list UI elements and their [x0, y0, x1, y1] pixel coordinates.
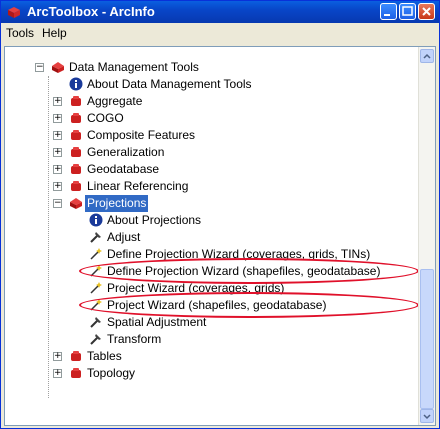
scroll-up-button[interactable]: [420, 49, 434, 63]
maximize-button[interactable]: [399, 3, 416, 20]
expand-toggle[interactable]: +: [53, 352, 62, 361]
maximize-icon: [402, 6, 413, 16]
highlight-oval: [79, 258, 419, 284]
scroll-thumb[interactable]: [420, 269, 434, 409]
chevron-up-icon: [423, 53, 431, 59]
minimize-icon: [384, 14, 390, 16]
toolbox-open-icon: [70, 198, 82, 209]
tree-item-aggregate[interactable]: + Aggregate: [5, 93, 415, 110]
toolbox-icon: [71, 96, 81, 106]
chevron-down-icon: [423, 414, 431, 420]
expand-toggle[interactable]: +: [53, 182, 62, 191]
tree-item-label: Tables: [87, 349, 122, 363]
tree-item-label: Adjust: [107, 230, 141, 244]
tree-item-topology[interactable]: + Topology: [5, 365, 415, 382]
tree-item-linear-referencing[interactable]: + Linear Referencing: [5, 178, 415, 195]
toolbox-icon: [71, 113, 81, 123]
tree-item-adjust[interactable]: Adjust: [5, 229, 415, 246]
expand-toggle[interactable]: +: [53, 369, 62, 378]
tree-item-data-management-tools[interactable]: − Data Management Tools: [5, 59, 415, 76]
hammer-icon: [90, 232, 101, 243]
expand-toggle[interactable]: +: [53, 97, 62, 106]
scroll-down-button[interactable]: [420, 409, 434, 423]
vertical-scrollbar[interactable]: [418, 47, 435, 425]
minimize-button[interactable]: [380, 3, 397, 20]
tree-item-transform[interactable]: Transform: [5, 331, 415, 348]
tree-item-label: Generalization: [87, 145, 165, 159]
tree-item-label-selected: Projections: [85, 195, 149, 212]
window-title: ArcToolbox - ArcInfo: [27, 4, 155, 19]
expand-toggle[interactable]: +: [53, 114, 62, 123]
menu-help[interactable]: Help: [42, 26, 67, 40]
tree-item-label: COGO: [87, 111, 124, 125]
tree-item-about-projections[interactable]: About Projections: [5, 212, 415, 229]
menu-bar: Tools Help: [1, 23, 439, 43]
toolbox-icon: [71, 147, 81, 157]
toolbox-tree: − Data Management Tools About Data Manag…: [4, 46, 436, 426]
title-bar[interactable]: ArcToolbox - ArcInfo: [1, 1, 439, 23]
close-button[interactable]: [418, 3, 435, 20]
arctoolbox-app-icon: [8, 7, 20, 18]
tree-item-label: Data Management Tools: [69, 60, 199, 74]
tree-item-label: Composite Features: [87, 128, 196, 142]
tree-item-generalization[interactable]: + Generalization: [5, 144, 415, 161]
expand-toggle[interactable]: +: [53, 148, 62, 157]
wizard-icon: [90, 248, 102, 260]
info-icon: [69, 77, 83, 91]
collapse-toggle[interactable]: −: [53, 199, 62, 208]
toolbox-icon: [71, 164, 81, 174]
tree-item-label: Linear Referencing: [87, 179, 189, 193]
toolbox-icon: [71, 181, 81, 191]
tree-item-label: About Projections: [107, 213, 202, 227]
expand-toggle[interactable]: +: [53, 165, 62, 174]
info-icon: [89, 213, 103, 227]
tree-item-tables[interactable]: + Tables: [5, 348, 415, 365]
tree-item-label: Aggregate: [87, 94, 143, 108]
tree-item-projections[interactable]: − Projections: [5, 195, 415, 212]
tree-item-about-data-management-tools[interactable]: About Data Management Tools: [5, 76, 415, 93]
wizard-icon: [90, 282, 102, 294]
arctoolbox-window: ArcToolbox - ArcInfo Tools Help − Data M…: [0, 0, 440, 429]
toolbox-icon: [71, 130, 81, 140]
expand-toggle[interactable]: +: [53, 131, 62, 140]
hammer-icon: [90, 334, 101, 345]
collapse-toggle[interactable]: −: [35, 63, 44, 72]
close-icon: [422, 7, 431, 16]
tree-item-label: Transform: [107, 332, 162, 346]
menu-tools[interactable]: Tools: [6, 26, 34, 40]
tree-item-cogo[interactable]: + COGO: [5, 110, 415, 127]
highlight-oval: [79, 292, 419, 318]
tree-item-label: Geodatabase: [87, 162, 160, 176]
toolbox-icon: [71, 368, 81, 378]
tree-item-label: Topology: [87, 366, 136, 380]
toolbox-open-icon: [52, 62, 64, 73]
tree-item-geodatabase[interactable]: + Geodatabase: [5, 161, 415, 178]
hammer-icon: [90, 317, 101, 328]
tree-item-label: About Data Management Tools: [87, 77, 252, 91]
toolbox-icon: [71, 351, 81, 361]
tree-item-composite-features[interactable]: + Composite Features: [5, 127, 415, 144]
